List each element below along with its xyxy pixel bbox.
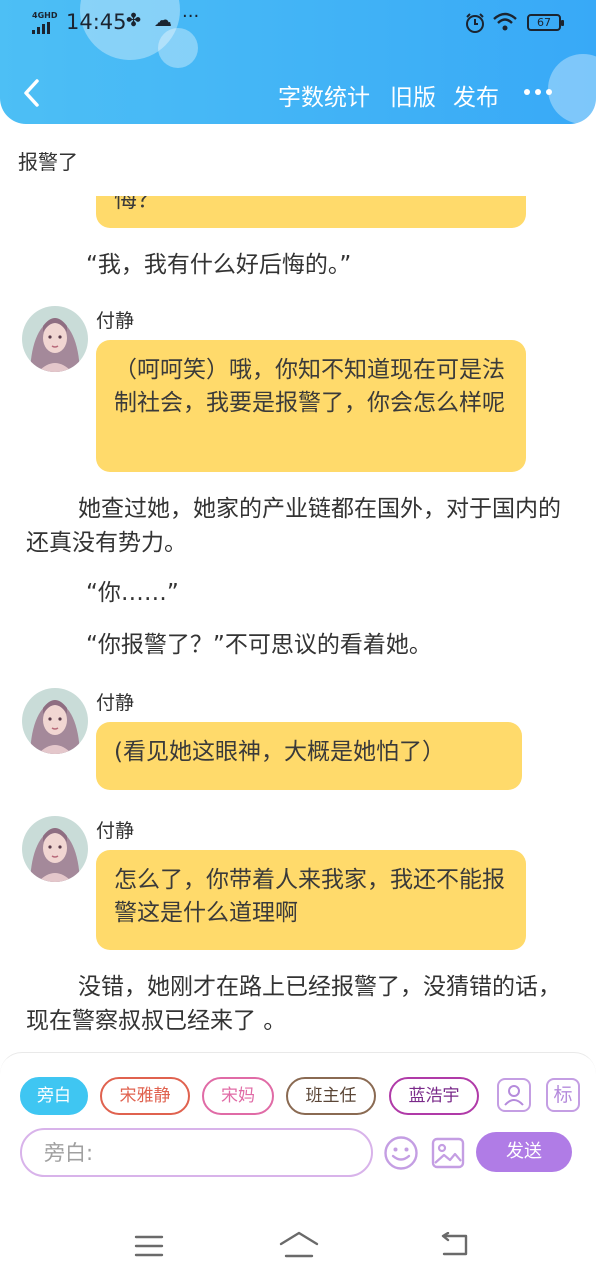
image-icon[interactable] (430, 1135, 466, 1171)
system-navigation-bar (0, 1210, 596, 1280)
menu-icon[interactable] (134, 1234, 164, 1258)
narration-text: “你……” (86, 580, 179, 606)
back-nav-icon[interactable] (438, 1232, 470, 1258)
battery-indicator: 67 (527, 14, 564, 31)
wechat-icon: ☁ (154, 10, 172, 31)
dialogue-bubble[interactable]: 悔？ (96, 196, 526, 228)
publish-button[interactable]: 发布 (453, 78, 499, 112)
wifi-icon (493, 12, 517, 31)
tag-button[interactable]: 标 (546, 1078, 580, 1112)
manage-characters-icon[interactable] (497, 1078, 531, 1112)
character-chip[interactable]: 班主任 (286, 1077, 376, 1115)
story-content[interactable]: 悔？ “我，我有什么好后悔的。” 付静 （呵呵笑）哦，你知不知道现在可是法制社会… (0, 196, 596, 1050)
bubble-text: 悔？ (114, 196, 160, 213)
fan-icon: ✤ (126, 10, 142, 31)
character-chip[interactable]: 宋雅静 (100, 1077, 190, 1115)
character-chip[interactable]: 蓝浩宇 (389, 1077, 479, 1115)
dialogue-bubble[interactable]: (看见她这眼神，大概是她怕了） (96, 722, 522, 790)
back-icon[interactable] (22, 78, 40, 108)
emoji-icon[interactable] (383, 1135, 419, 1171)
word-count-button[interactable]: 字数统计 (278, 78, 370, 112)
narration-text: “你报警了？”不可思议的看着她。 (86, 632, 432, 658)
old-version-button[interactable]: 旧版 (390, 78, 436, 112)
send-button[interactable]: 发送 (476, 1132, 572, 1172)
dialogue-bubble[interactable]: （呵呵笑）哦，你知不知道现在可是法制社会，我要是报警了，你会怎么样呢 (96, 340, 526, 472)
narration-text: 她查过她，她家的产业链都在国外，对于国内的还真没有势力。 (26, 496, 561, 556)
status-bar: 4GHD 14:45 ✤ ☁ ··· 67 (0, 6, 596, 38)
character-chip-narrator[interactable]: 旁白 (20, 1077, 88, 1115)
app-header: 4GHD 14:45 ✤ ☁ ··· 67 字数统计 旧版 发布 (0, 0, 596, 124)
bubble-text: （呵呵笑）哦，你知不知道现在可是法制社会，我要是报警了，你会怎么样呢 (114, 357, 505, 416)
character-chip[interactable]: 宋妈 (202, 1077, 274, 1115)
signal-icon (32, 22, 50, 34)
dialogue-bubble[interactable]: 怎么了，你带着人来我家，我还不能报警这是什么道理啊 (96, 850, 526, 950)
speaker-name: 付静 (96, 310, 135, 332)
avatar[interactable] (22, 306, 88, 372)
narration-text: 没错，她刚才在路上已经报警了，没猜错的话，现在警察叔叔已经来了 。 (26, 974, 561, 1034)
clock: 14:45 (66, 10, 127, 34)
more-notifications-icon: ··· (182, 6, 200, 27)
network-type: 4GHD (32, 11, 58, 20)
speaker-name: 付静 (96, 820, 135, 842)
page-title: 报警了 (18, 150, 78, 174)
bubble-text: 怎么了，你带着人来我家，我还不能报警这是什么道理啊 (114, 867, 505, 926)
home-icon[interactable] (278, 1230, 320, 1260)
narration-text: “我，我有什么好后悔的。” (86, 252, 352, 278)
more-options-icon[interactable] (524, 80, 560, 104)
bubble-text: (看见她这眼神，大概是她怕了） (114, 739, 445, 765)
avatar[interactable] (22, 688, 88, 754)
message-input[interactable] (20, 1128, 373, 1177)
alarm-icon (466, 13, 484, 33)
avatar[interactable] (22, 816, 88, 882)
speaker-name: 付静 (96, 692, 135, 714)
